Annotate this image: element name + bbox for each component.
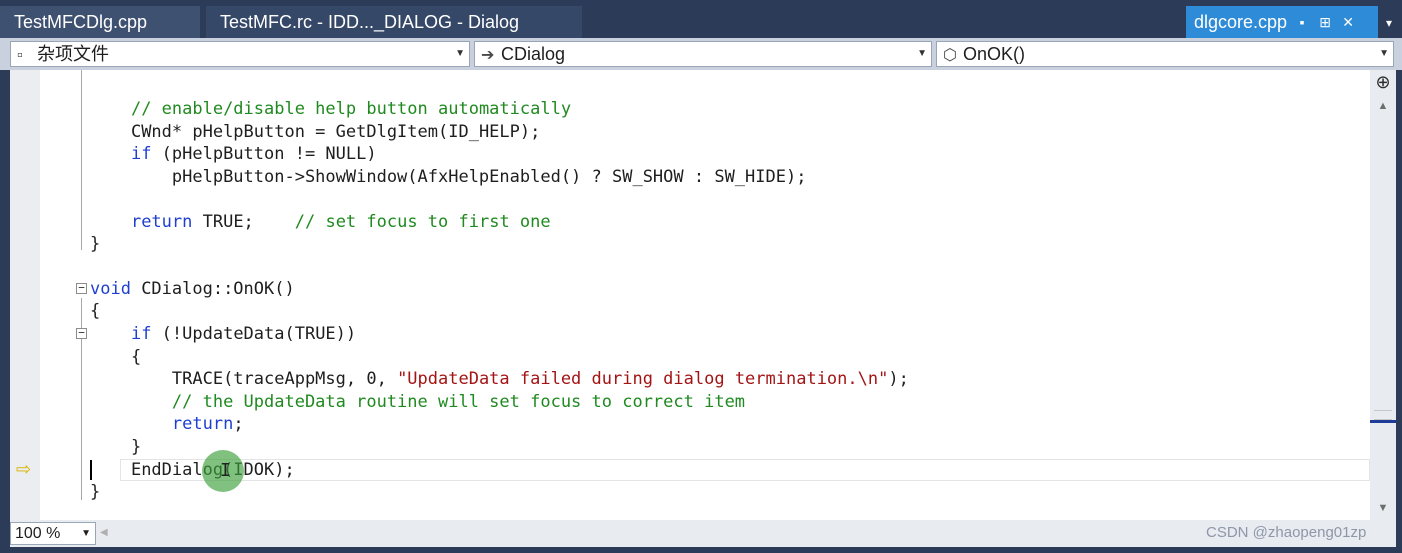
project-scope-value: 杂项文件 [37,44,109,64]
file-icon: ▫ [17,47,23,64]
close-icon[interactable]: ✕ [1340,6,1356,38]
chevron-down-icon: ▼ [1379,48,1389,59]
scroll-left-arrow-icon[interactable]: ◀ [100,524,112,542]
document-tab-strip: TestMFCDlg.cpp TestMFC.rc - IDD..._DIALO… [0,0,1402,38]
code-editor[interactable]: − − ⇨ // enable/disable help button auto… [10,70,1370,520]
tab-label: dlgcore.cpp [1194,12,1288,32]
code-line: } [90,482,101,502]
code-line: EndDialog(IDOK); [90,459,295,481]
chevron-down-icon: ▼ [81,528,91,539]
tab-label: TestMFCDlg.cpp [14,12,148,32]
tab-label: TestMFC.rc - IDD..._DIALOG - Dialog [220,12,520,32]
watermark-text: CSDN @zhaopeng01zp [1206,524,1367,541]
chevron-down-icon: ▼ [917,48,927,59]
scrollbar-thumb[interactable] [1374,410,1392,420]
lock-icon: ▪ [1299,14,1305,30]
scroll-up-arrow-icon[interactable]: ▲ [1374,98,1392,114]
pin-icon[interactable]: ⊞ [1317,6,1333,38]
code-line: // the UpdateData routine will set focus… [171,392,746,412]
member-combo[interactable]: ⬡ OnOK() ▼ [936,41,1394,67]
tab-overflow-dropdown[interactable]: ▾ [1380,12,1398,34]
class-scope-value: CDialog [501,44,566,64]
zoom-level-combo[interactable]: 100 % ▼ [10,522,96,545]
ibeam-cursor-icon: I [220,460,231,481]
scroll-down-arrow-icon[interactable]: ▼ [1374,500,1392,516]
chevron-down-icon: ▼ [455,48,465,59]
code-line: return; [171,414,244,434]
code-line: } [90,234,101,254]
arrow-right-icon: ➔ [481,47,495,64]
code-line: return TRUE; // set focus to first one [130,212,551,232]
split-window-icon[interactable]: ⊕ [1374,72,1392,92]
scroll-position-marker [1370,420,1396,423]
code-line: if (!UpdateData(TRUE)) [130,324,357,344]
zoom-level-value: 100 % [15,525,61,542]
code-line: void CDialog::OnOK() [90,279,295,299]
member-value: OnOK() [963,44,1026,64]
code-line: { [130,347,142,367]
code-line: { [90,301,101,321]
vertical-scrollbar[interactable]: ⊕ ▲ ▼ [1370,70,1396,520]
tab-testmfcdlg-cpp[interactable]: TestMFCDlg.cpp [0,6,200,38]
code-line: CWnd* pHelpButton = GetDlgItem(ID_HELP); [130,122,541,142]
class-scope-combo[interactable]: ➔ CDialog ▼ [474,41,932,67]
method-cube-icon: ⬡ [943,47,957,64]
tab-dialog-resource[interactable]: TestMFC.rc - IDD..._DIALOG - Dialog [206,6,582,38]
code-line: // enable/disable help button automatica… [130,99,572,119]
editor-bottom-bar: 100 % ▼ ◀ CSDN @zhaopeng01zp [10,520,1396,547]
tab-dlgcore-cpp[interactable]: dlgcore.cpp ▪ ⊞ ✕ [1186,6,1378,38]
code-line: pHelpButton->ShowWindow(AfxHelpEnabled()… [171,167,807,187]
project-scope-combo[interactable]: ▫ 杂项文件 ▼ [10,41,470,67]
text-caret [90,460,92,480]
navigation-bar: ▫ 杂项文件 ▼ ➔ CDialog ▼ ⬡ OnOK() ▼ [0,38,1402,70]
code-line: if (pHelpButton != NULL) [130,144,377,164]
code-line: TRACE(traceAppMsg, 0, "UpdateData failed… [171,369,909,389]
code-line: } [130,437,142,457]
